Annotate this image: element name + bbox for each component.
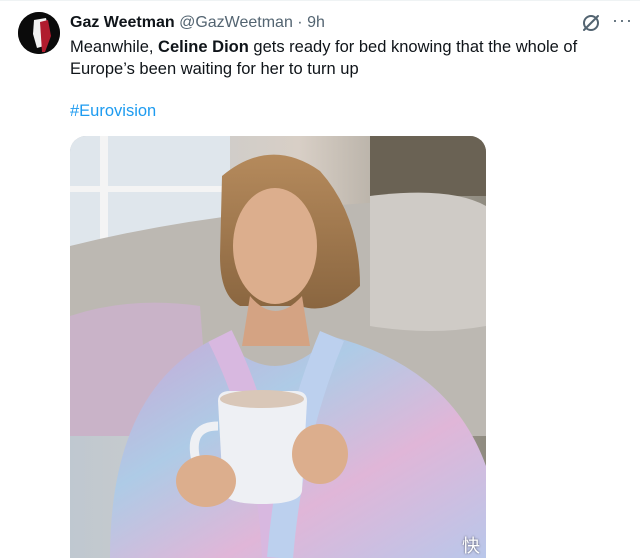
tweet-photo[interactable] bbox=[70, 136, 486, 558]
tweet-time[interactable]: 9h bbox=[307, 14, 325, 31]
author-name[interactable]: Gaz Weetman bbox=[70, 14, 175, 31]
top-divider bbox=[0, 0, 640, 1]
meta-separator: · bbox=[297, 14, 303, 31]
more-options-icon[interactable]: ··· bbox=[612, 10, 633, 31]
tweet-text: Meanwhile, Celine Dion gets ready for be… bbox=[70, 38, 578, 78]
grok-icon[interactable] bbox=[580, 12, 602, 34]
tweet-bold-name: Celine Dion bbox=[158, 38, 249, 56]
watermark-text: 快 bbox=[462, 536, 480, 556]
hashtag-link[interactable]: #Eurovision bbox=[70, 100, 156, 122]
tweet-header: Gaz Weetman @GazWeetman · 9h bbox=[70, 13, 325, 33]
author-handle[interactable]: @GazWeetman bbox=[179, 14, 293, 31]
avatar[interactable] bbox=[18, 12, 60, 54]
